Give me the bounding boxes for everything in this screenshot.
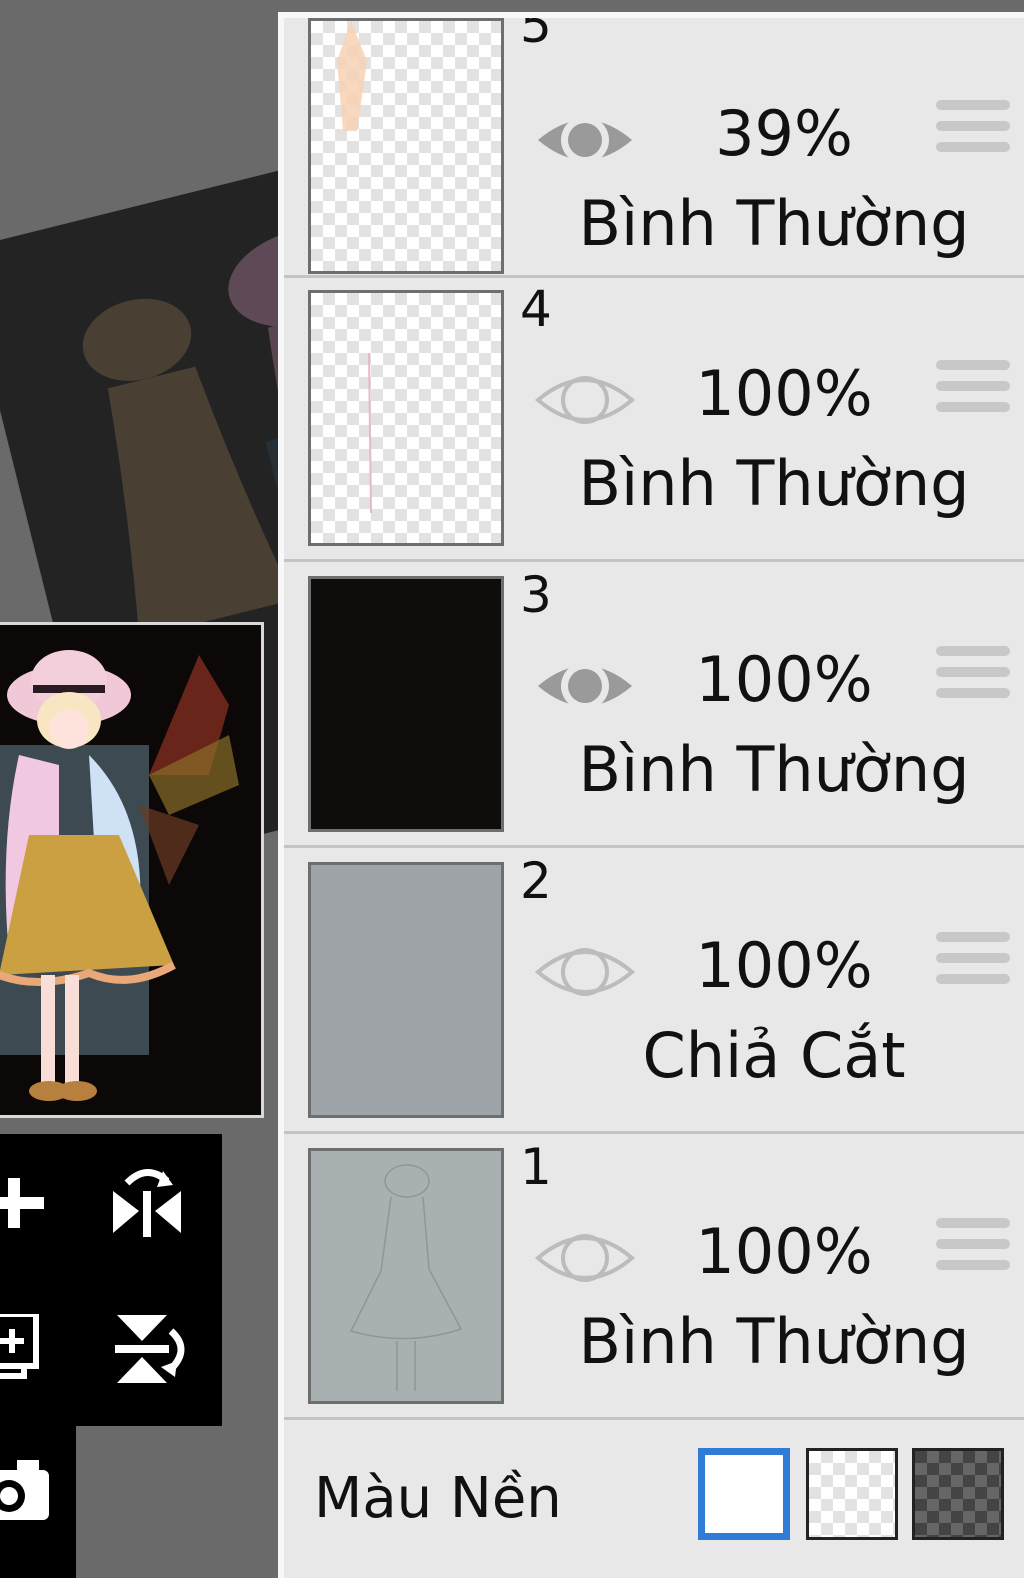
- layer-5-thumbnail[interactable]: [308, 18, 504, 274]
- eye-closed-icon: [534, 948, 636, 996]
- layer-visibility-toggle[interactable]: [534, 364, 636, 436]
- add-layer-button[interactable]: [0, 1304, 60, 1394]
- layer-blend-mode[interactable]: Bình Thường: [564, 188, 984, 260]
- layer-visibility-toggle[interactable]: [534, 650, 636, 722]
- flip-vertical-icon: [115, 1315, 185, 1383]
- layer-opacity[interactable]: 100%: [684, 931, 884, 1000]
- layer-number: 3: [520, 566, 552, 624]
- layer-opacity[interactable]: 39%: [684, 99, 884, 168]
- canvas-preview[interactable]: [0, 622, 264, 1118]
- layer-1-sketch: [349, 1164, 463, 1391]
- layer-blend-mode[interactable]: Chiả Cắt: [564, 1020, 984, 1092]
- layer-opacity[interactable]: 100%: [684, 645, 884, 714]
- layer-visibility-toggle[interactable]: [534, 936, 636, 1008]
- tool-panel: [0, 1134, 222, 1426]
- drag-handle-icon[interactable]: [936, 100, 1010, 160]
- layer-visibility-toggle[interactable]: [534, 104, 636, 176]
- layer-blend-mode[interactable]: Bình Thường: [564, 734, 984, 806]
- layer-opacity[interactable]: 100%: [684, 359, 884, 428]
- background-color-label: Màu Nền: [314, 1466, 562, 1531]
- layer-number: 4: [520, 280, 552, 338]
- background-swatch-transparent[interactable]: [806, 1448, 898, 1540]
- drag-handle-icon[interactable]: [936, 932, 1010, 992]
- camera-icon: [0, 1460, 49, 1520]
- canvas-area[interactable]: [0, 0, 290, 1578]
- drag-handle-icon[interactable]: [936, 646, 1010, 706]
- drag-handle-icon[interactable]: [936, 1218, 1010, 1278]
- add-button[interactable]: [0, 1158, 60, 1248]
- layers-panel: 5 39% Bình Thường 4 100% Bình Thường 3 1…: [278, 12, 1024, 1578]
- flip-horizontal-button[interactable]: [102, 1158, 192, 1248]
- eye-closed-icon: [534, 1234, 636, 1282]
- background-color-row: Màu Nền: [284, 1426, 1024, 1578]
- camera-button[interactable]: [0, 1446, 60, 1536]
- layer-row-2[interactable]: 2 100% Chiả Cắt: [284, 850, 1024, 1134]
- layer-3-thumbnail[interactable]: [308, 576, 504, 832]
- eye-closed-icon: [534, 376, 636, 424]
- layer-blend-mode[interactable]: Bình Thường: [564, 448, 984, 520]
- layer-4-thumbnail[interactable]: [308, 290, 504, 546]
- eye-open-icon: [538, 662, 632, 710]
- eye-open-icon: [538, 116, 632, 164]
- layer-5-thumbnail-art: [337, 21, 367, 131]
- layer-row-3[interactable]: 3 100% Bình Thường: [284, 564, 1024, 848]
- layer-visibility-toggle[interactable]: [534, 1222, 636, 1294]
- tool-panel-bottom: [0, 1426, 76, 1578]
- layer-1-thumbnail[interactable]: [308, 1148, 504, 1404]
- layer-4-thumbnail-art: [368, 352, 372, 514]
- layer-row-5[interactable]: 5 39% Bình Thường: [284, 12, 1024, 278]
- add-layer-icon: [0, 1314, 39, 1379]
- background-swatch-dark[interactable]: [912, 1448, 1004, 1540]
- background-swatch-white[interactable]: [698, 1448, 790, 1540]
- layer-2-thumbnail[interactable]: [308, 862, 504, 1118]
- drag-handle-icon[interactable]: [936, 360, 1010, 420]
- layer-number: 5: [520, 12, 552, 54]
- flip-horizontal-icon: [113, 1169, 181, 1237]
- add-icon: [0, 1178, 44, 1228]
- layer-number: 1: [520, 1138, 552, 1196]
- layer-number: 2: [520, 852, 552, 910]
- layer-blend-mode[interactable]: Bình Thường: [564, 1306, 984, 1378]
- flip-vertical-button[interactable]: [102, 1304, 192, 1394]
- layer-row-4[interactable]: 4 100% Bình Thường: [284, 278, 1024, 562]
- layer-row-1[interactable]: 1 100% Bình Thường: [284, 1136, 1024, 1420]
- layer-opacity[interactable]: 100%: [684, 1217, 884, 1286]
